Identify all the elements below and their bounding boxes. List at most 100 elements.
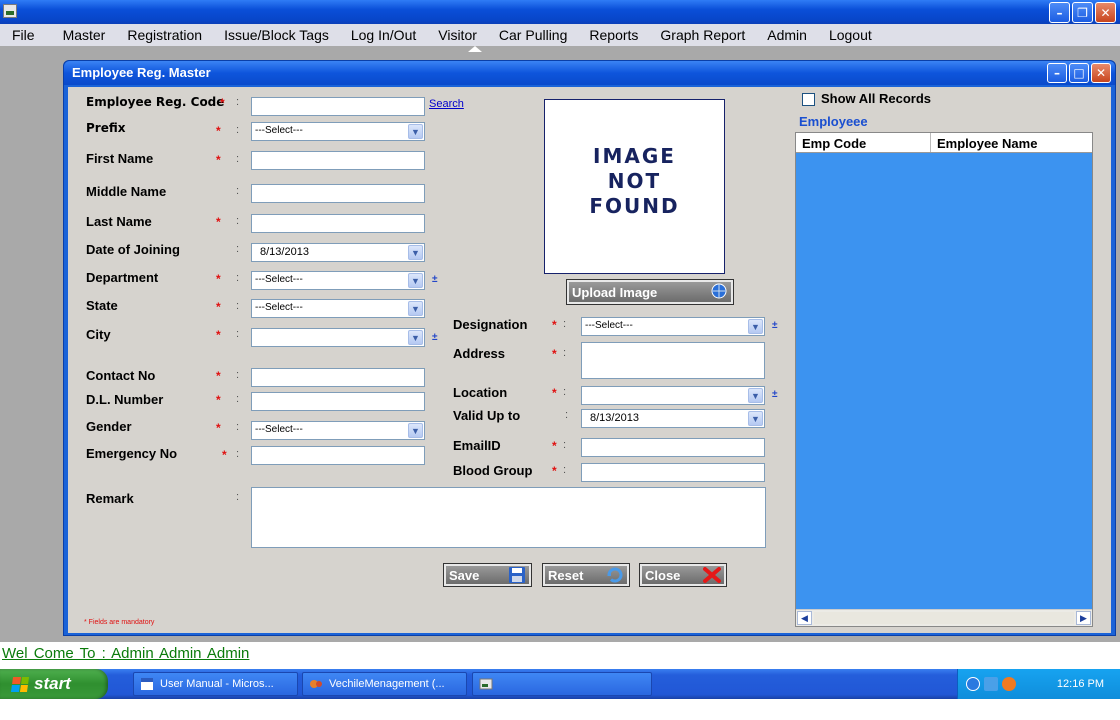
add-designation-icon[interactable]: ± [772, 320, 778, 331]
colon: : [563, 464, 567, 476]
horizontal-scrollbar[interactable]: ◀ ▶ [796, 609, 1092, 626]
menu-file[interactable]: File [0, 27, 35, 43]
form-body: Employee Reg. Code * : Search Prefix * :… [68, 87, 1111, 633]
menu-master[interactable]: Master [50, 27, 106, 43]
department-select[interactable]: ---Select--- ▼ [251, 271, 425, 290]
designation-select-value: ---Select--- [585, 320, 633, 331]
upload-image-button[interactable]: Upload Image [566, 279, 734, 305]
menu-issue-block-tags[interactable]: Issue/Block Tags [211, 27, 329, 43]
column-employee-name[interactable]: Employee Name [931, 133, 1043, 152]
colon: : [236, 185, 240, 197]
red-x-icon [703, 567, 721, 583]
minimize-icon[interactable]: – [1049, 2, 1070, 23]
chevron-down-icon[interactable]: ▼ [748, 388, 763, 403]
image-not-found-text: IMAGE NOT FOUND [589, 144, 680, 218]
chevron-down-icon[interactable]: ▼ [408, 423, 423, 438]
menu-login-out[interactable]: Log In/Out [338, 27, 416, 43]
colon: : [236, 300, 240, 312]
chevron-down-icon[interactable]: ▼ [408, 124, 423, 139]
scroll-left-icon[interactable]: ◀ [797, 611, 812, 625]
grid-header: Emp Code Employee Name [796, 133, 1092, 153]
column-emp-code[interactable]: Emp Code [796, 133, 931, 152]
colon: : [236, 96, 240, 108]
restore-icon[interactable]: ❐ [1072, 2, 1093, 23]
required-mark: * [552, 318, 557, 332]
chevron-down-icon[interactable]: ▼ [408, 273, 423, 288]
menu-graph-report[interactable]: Graph Report [647, 27, 745, 43]
address-textarea[interactable] [581, 342, 765, 379]
mandatory-note: * Fields are mandatory [84, 619, 155, 626]
menu-reports[interactable]: Reports [576, 27, 638, 43]
doj-picker[interactable]: 8/13/2013 ▼ [251, 243, 425, 262]
form-close-icon[interactable]: ✕ [1091, 63, 1111, 83]
visual-studio-icon [310, 680, 322, 688]
designation-select[interactable]: ---Select--- ▼ [581, 317, 765, 336]
colon: : [236, 153, 240, 165]
add-city-icon[interactable]: ± [432, 332, 438, 343]
employee-reg-window: Employee Reg. Master – □ ✕ Employee Reg.… [63, 60, 1116, 636]
close-icon[interactable]: ✕ [1095, 2, 1116, 23]
colon: : [563, 386, 567, 398]
colon: : [236, 421, 240, 433]
clock: 12:16 PM [1056, 678, 1104, 690]
city-select[interactable]: ▼ [251, 328, 425, 347]
city-label: City [86, 327, 111, 342]
show-all-records-checkbox[interactable] [802, 93, 815, 106]
taskbar: start User Manual - Micros... VechileMen… [0, 669, 1120, 699]
required-mark: * [216, 272, 221, 286]
chevron-down-icon[interactable]: ▼ [408, 245, 423, 260]
middle-name-input[interactable] [251, 184, 425, 203]
contact-input[interactable] [251, 368, 425, 387]
blood-group-input[interactable] [581, 463, 765, 482]
menu-logout[interactable]: Logout [816, 27, 872, 43]
dl-input[interactable] [251, 392, 425, 411]
emp-code-input[interactable] [251, 97, 425, 116]
save-label: Save [449, 567, 480, 583]
required-mark: * [216, 369, 221, 383]
emergency-input[interactable] [251, 446, 425, 465]
start-label: start [34, 674, 71, 693]
first-name-input[interactable] [251, 151, 425, 170]
chevron-down-icon[interactable]: ▼ [748, 411, 763, 426]
email-label: EmailID [453, 438, 501, 453]
network-icon[interactable] [966, 677, 980, 691]
form-maximize-icon[interactable]: □ [1069, 63, 1089, 83]
task-label: VechileMenagement (... [329, 678, 445, 690]
department-select-value: ---Select--- [255, 274, 303, 285]
scroll-right-icon[interactable]: ▶ [1076, 611, 1091, 625]
task-vehicle-management[interactable]: VechileMenagement (... [302, 672, 467, 696]
form-titlebar: Employee Reg. Master – □ ✕ [64, 61, 1115, 85]
form-minimize-icon[interactable]: – [1047, 63, 1067, 83]
email-input[interactable] [581, 438, 765, 457]
last-name-input[interactable] [251, 214, 425, 233]
task-user-manual[interactable]: User Manual - Micros... [133, 672, 298, 696]
add-department-icon[interactable]: ± [432, 274, 438, 285]
menu-car-pulling[interactable]: Car Pulling [486, 27, 567, 43]
scrollbar-track[interactable] [814, 612, 1074, 624]
location-select[interactable]: ▼ [581, 386, 765, 405]
start-button[interactable]: start [0, 669, 108, 699]
gender-select[interactable]: ---Select--- ▼ [251, 421, 425, 440]
chevron-down-icon[interactable]: ▼ [748, 319, 763, 334]
save-button[interactable]: Save [443, 563, 532, 587]
chevron-down-icon[interactable]: ▼ [408, 330, 423, 345]
chevron-down-icon[interactable]: ▼ [408, 301, 423, 316]
valid-up-to-picker[interactable]: 8/13/2013 ▼ [581, 409, 765, 428]
menu-registration[interactable]: Registration [114, 27, 202, 43]
notification-icon[interactable] [1002, 677, 1016, 691]
prefix-select[interactable]: ---Select--- ▼ [251, 122, 425, 141]
reset-button[interactable]: Reset [542, 563, 630, 587]
search-link[interactable]: Search [429, 98, 464, 110]
state-select[interactable]: ---Select--- ▼ [251, 299, 425, 318]
remark-textarea[interactable] [251, 487, 766, 548]
employee-grid[interactable]: Emp Code Employee Name ◀ ▶ [795, 132, 1093, 627]
menu-visitor[interactable]: Visitor [425, 27, 477, 43]
connection-icon[interactable] [984, 677, 998, 691]
close-button[interactable]: Close [639, 563, 727, 587]
add-location-icon[interactable]: ± [772, 389, 778, 400]
menu-admin[interactable]: Admin [754, 27, 807, 43]
floppy-disk-icon [509, 567, 525, 583]
task-app-window[interactable] [472, 672, 652, 696]
required-mark: * [216, 124, 221, 138]
colon: : [236, 215, 240, 227]
